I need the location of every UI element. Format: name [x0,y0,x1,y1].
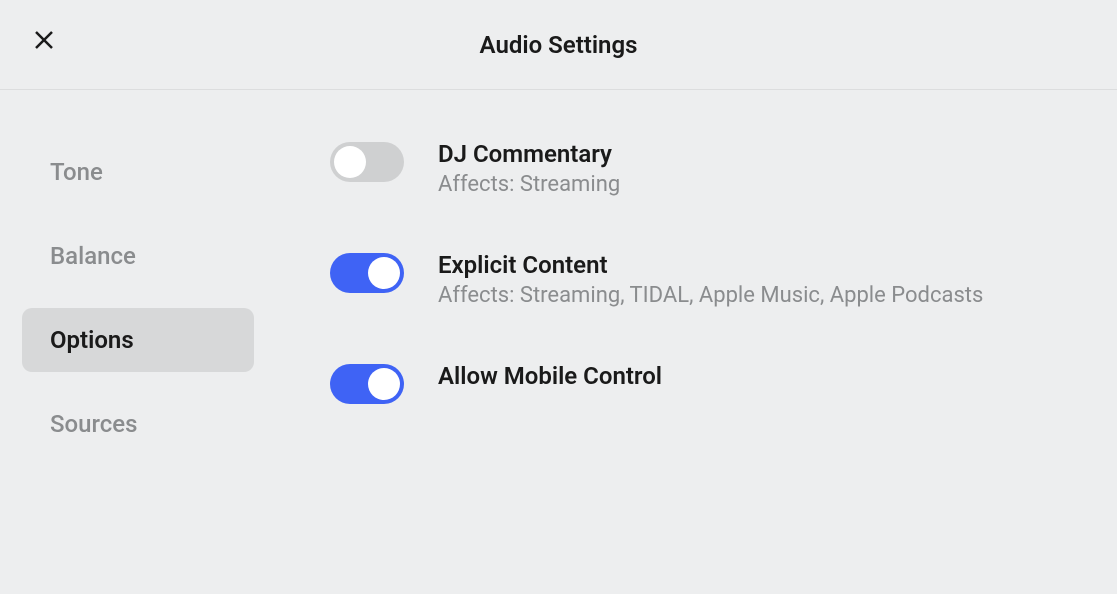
toggle-allow-mobile-control[interactable] [330,364,404,404]
close-icon [32,28,56,52]
main-panel: DJ Commentary Affects: Streaming Explici… [280,140,1117,456]
header: Audio Settings [0,0,1117,90]
setting-label: Explicit Content [438,251,983,279]
setting-sub: Affects: Streaming, TIDAL, Apple Music, … [438,283,983,308]
page-title: Audio Settings [480,31,638,59]
setting-text: DJ Commentary Affects: Streaming [438,140,620,197]
toggle-knob [368,257,400,289]
setting-label: DJ Commentary [438,140,620,168]
sidebar-item-label: Sources [50,410,138,438]
sidebar-item-label: Balance [50,242,136,270]
toggle-knob [334,146,366,178]
sidebar-item-label: Tone [50,158,103,186]
setting-label: Allow Mobile Control [438,362,662,390]
content: Tone Balance Options Sources DJ Commenta… [0,90,1117,456]
sidebar-item-tone[interactable]: Tone [22,140,254,204]
sidebar-item-balance[interactable]: Balance [22,224,254,288]
sidebar-item-sources[interactable]: Sources [22,392,254,456]
toggle-dj-commentary[interactable] [330,142,404,182]
setting-text: Explicit Content Affects: Streaming, TID… [438,251,983,308]
sidebar: Tone Balance Options Sources [0,140,280,456]
toggle-explicit-content[interactable] [330,253,404,293]
setting-text: Allow Mobile Control [438,362,662,390]
toggle-knob [368,368,400,400]
setting-row-explicit-content: Explicit Content Affects: Streaming, TID… [330,251,1117,308]
setting-row-allow-mobile-control: Allow Mobile Control [330,362,1117,404]
close-button[interactable] [30,26,58,54]
sidebar-item-options[interactable]: Options [22,308,254,372]
setting-row-dj-commentary: DJ Commentary Affects: Streaming [330,140,1117,197]
setting-sub: Affects: Streaming [438,172,620,197]
sidebar-item-label: Options [50,326,134,354]
